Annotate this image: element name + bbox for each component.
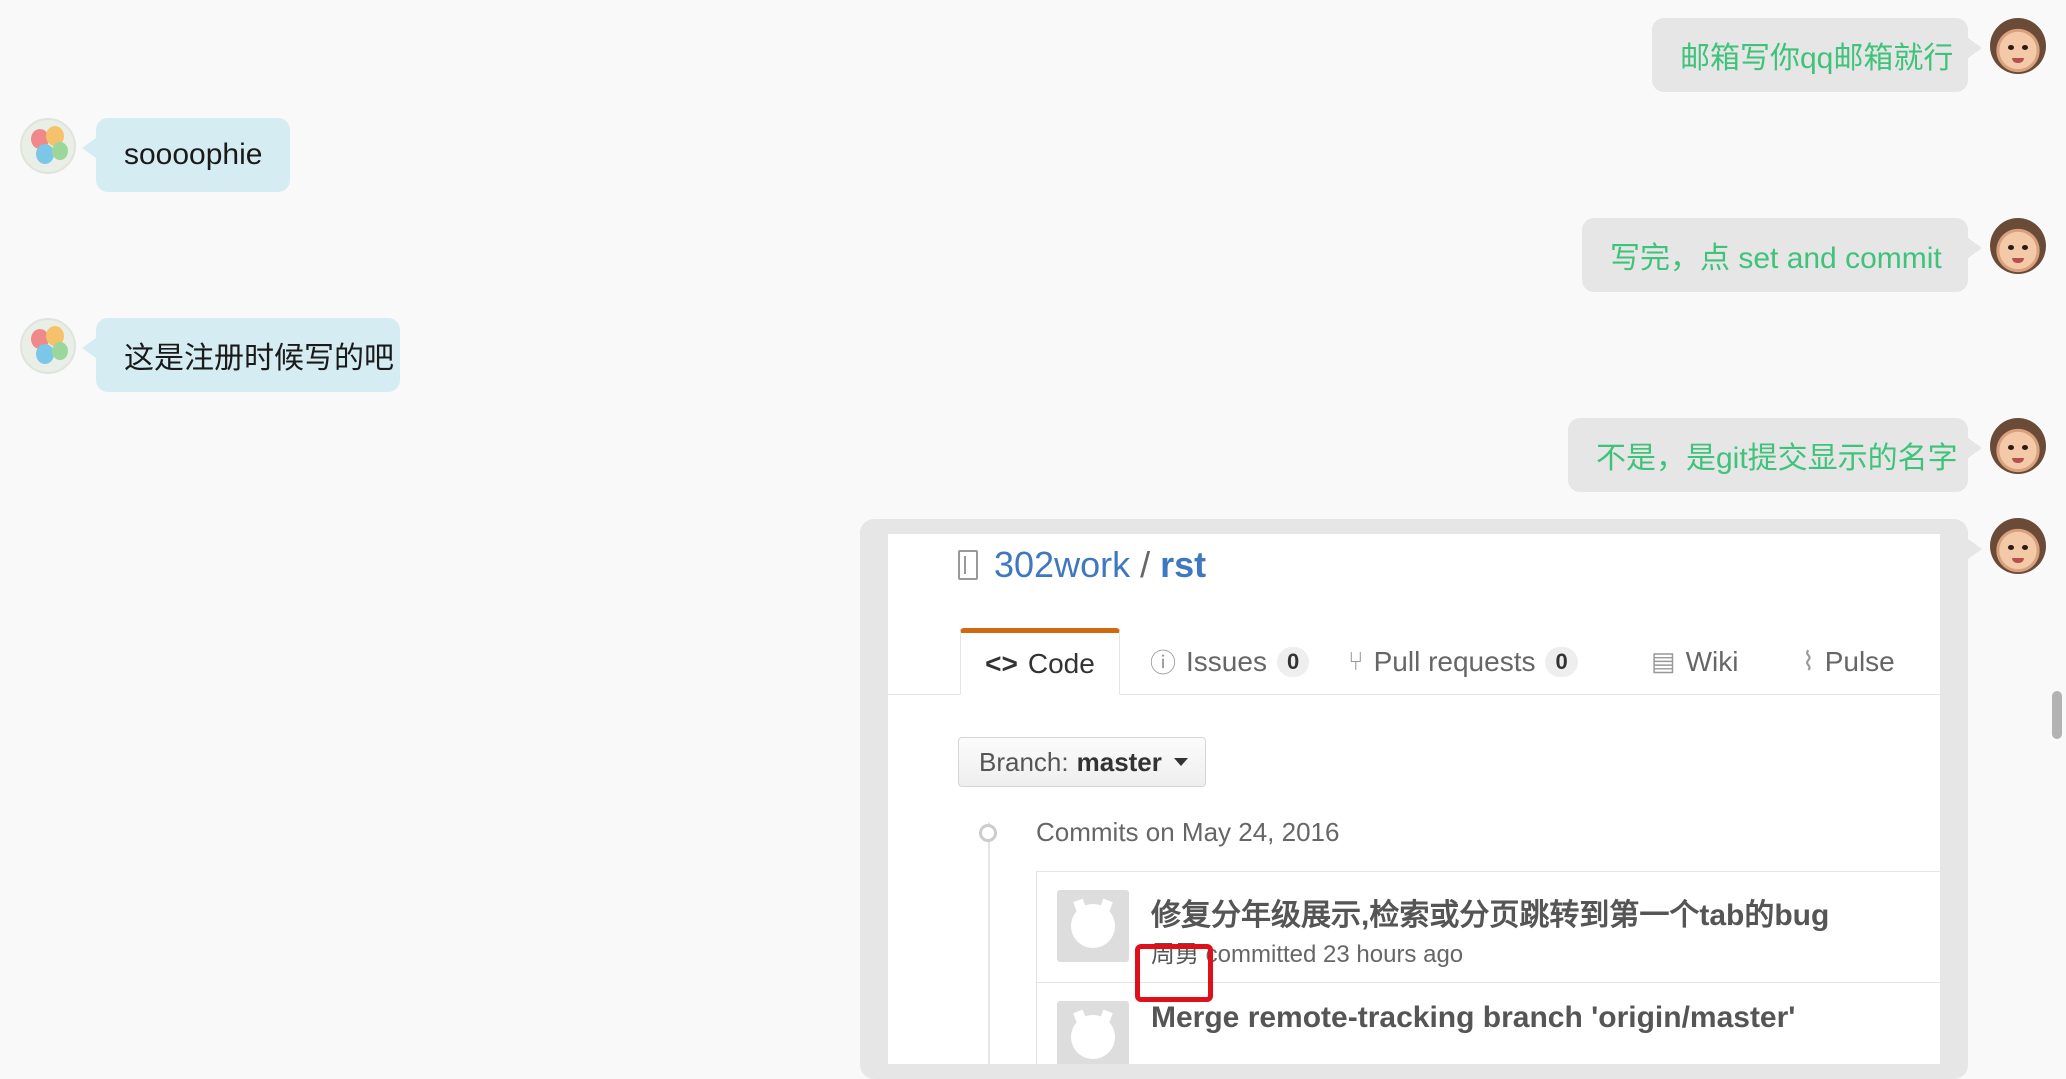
tab-label: Wiki xyxy=(1685,645,1739,677)
tab-issues: ⓘ Issues 0 xyxy=(1150,628,1310,695)
commit-title: Merge remote-tracking branch 'origin/mas… xyxy=(1151,1001,1796,1034)
message-text: 写完，点 set and commit xyxy=(1610,242,1942,275)
tab-label: Pulse xyxy=(1824,645,1895,677)
self-avatar[interactable] xyxy=(1990,218,2046,274)
branch-label: Branch: xyxy=(979,746,1069,777)
octocat-avatar-icon xyxy=(1057,1001,1129,1064)
code-icon: <> xyxy=(985,647,1018,679)
contact-avatar[interactable] xyxy=(20,318,76,374)
message-text: soooophie xyxy=(124,138,263,171)
tab-code: <> Code xyxy=(960,628,1120,695)
issues-counter: 0 xyxy=(1276,646,1310,677)
branch-name: master xyxy=(1076,746,1162,777)
author-highlight-box xyxy=(1135,944,1213,1002)
repo-header: 302work / rst xyxy=(958,544,1206,586)
repo-icon xyxy=(958,550,978,580)
branch-select-button: Branch: master xyxy=(958,737,1206,787)
self-avatar[interactable] xyxy=(1990,18,2046,74)
self-avatar[interactable] xyxy=(1990,518,2046,574)
self-avatar[interactable] xyxy=(1990,418,2046,474)
pull-request-icon: ⑂ xyxy=(1348,646,1364,676)
message-bubble-sent[interactable]: 邮箱写你qq邮箱就行 xyxy=(1652,18,1982,92)
tab-label: Issues xyxy=(1186,645,1267,677)
message-text: 邮箱写你qq邮箱就行 xyxy=(1680,42,1954,75)
tab-pull-requests: ⑂ Pull requests 0 xyxy=(1348,628,1578,695)
tab-label: Code xyxy=(1027,647,1095,679)
github-screenshot-image[interactable]: 302work / rst <> Code ⓘ Issues 0 ⑂ Pull … xyxy=(888,534,1940,1064)
message-bubble-received[interactable]: 这是注册时候写的吧 xyxy=(82,318,400,392)
pull-requests-counter: 0 xyxy=(1545,646,1578,677)
commit-time: committed 23 hours ago xyxy=(1199,941,1464,968)
contact-avatar[interactable] xyxy=(20,118,76,174)
message-text: 这是注册时候写的吧 xyxy=(124,342,394,375)
message-bubble-sent[interactable]: 写完，点 set and commit xyxy=(1582,218,1982,292)
pulse-icon: ⌇ xyxy=(1802,646,1815,676)
repo-separator: / xyxy=(1140,544,1151,585)
octocat-avatar-icon xyxy=(1057,890,1129,962)
issue-icon: ⓘ xyxy=(1150,648,1177,678)
message-bubble-received[interactable]: soooophie xyxy=(82,118,290,192)
tab-wiki: ▤ Wiki xyxy=(1651,628,1738,695)
message-bubble-sent[interactable]: 不是，是git提交显示的名字 xyxy=(1568,418,1982,492)
tab-pulse: ⌇ Pulse xyxy=(1802,628,1895,695)
book-icon: ▤ xyxy=(1651,646,1676,676)
repo-owner: 302work xyxy=(994,544,1131,585)
tab-label: Pull requests xyxy=(1373,645,1536,677)
repo-name: rst xyxy=(1160,544,1207,585)
scrollbar-thumb[interactable] xyxy=(2052,691,2062,739)
commits-date-heading: Commits on May 24, 2016 xyxy=(1036,817,1340,847)
message-text: 不是，是git提交显示的名字 xyxy=(1596,442,1958,475)
caret-down-icon xyxy=(1173,758,1188,766)
commit-title: 修复分年级展示,检索或分页跳转到第一个tab的bug xyxy=(1151,899,1830,932)
commit-group-icon xyxy=(979,824,997,842)
commit-timeline xyxy=(988,822,990,1064)
